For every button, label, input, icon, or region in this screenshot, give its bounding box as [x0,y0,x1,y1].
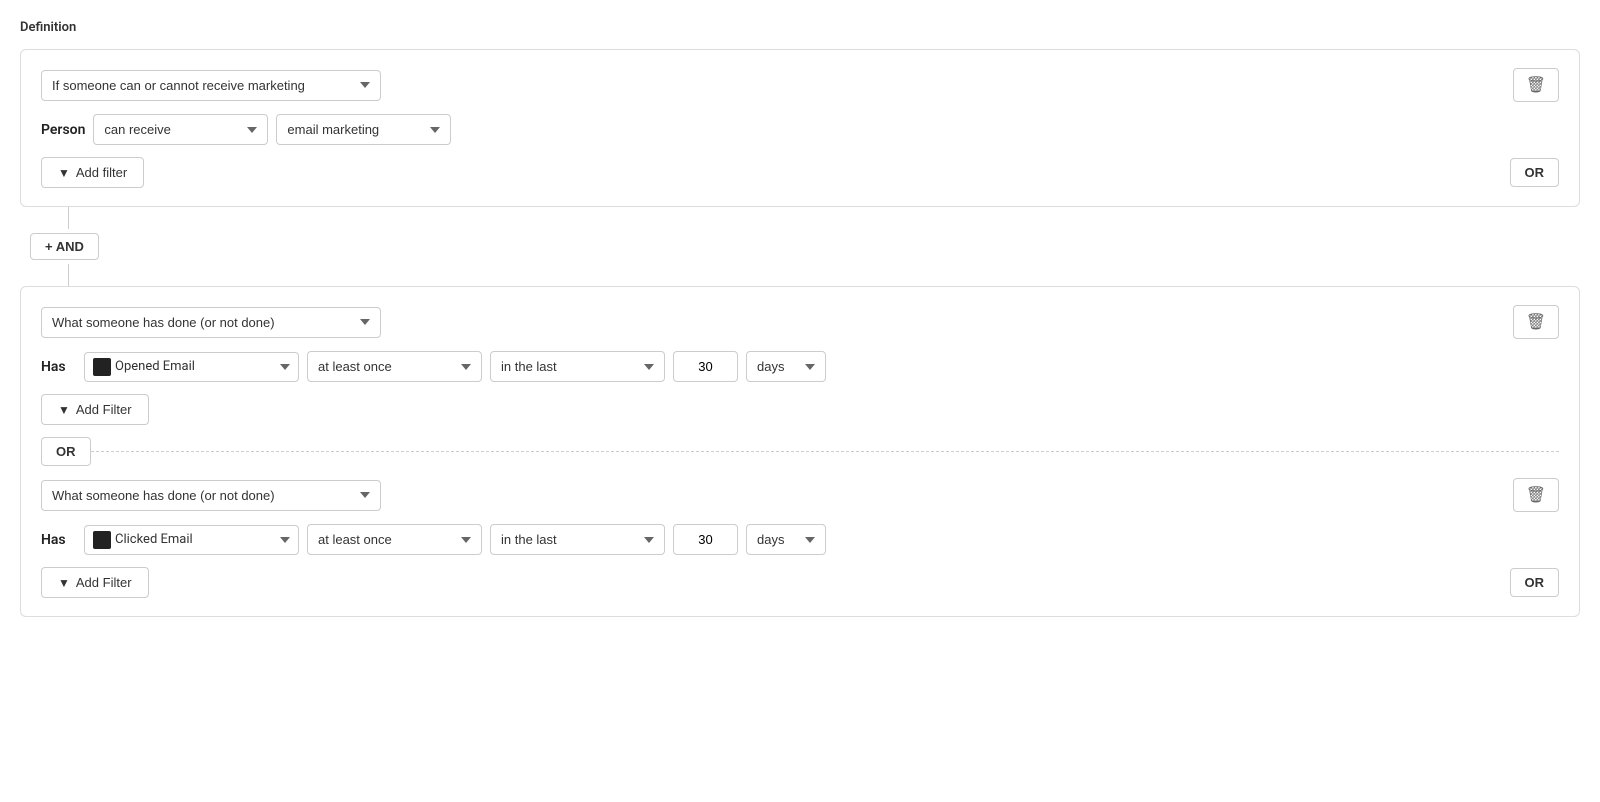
frequency-select-3[interactable]: at least once [307,524,482,555]
delete-button-2[interactable]: 🗑 [1513,305,1559,339]
add-filter-button-1[interactable]: ▼ Add filter [41,157,144,188]
has-label-3: Has [41,532,76,548]
event-icon-3 [93,531,111,549]
filter-icon-3: ▼ [58,576,70,590]
person-label: Person [41,122,85,138]
v-line-1 [68,207,69,229]
block-3-footer: ▼ Add Filter OR [41,567,1559,598]
block-1-header: If someone can or cannot receive marketi… [41,68,1559,102]
event-select-2[interactable]: Opened Email [84,352,299,382]
event-icon-2 [93,358,111,376]
days-input-3[interactable] [673,524,738,555]
block-3-header: What someone has done (or not done) 🗑 [41,478,1559,512]
timeframe-select-3[interactable]: in the last [490,524,665,555]
has-label-2: Has [41,359,76,375]
add-filter-button-2[interactable]: ▼ Add Filter [41,394,149,425]
delete-button-1[interactable]: 🗑 [1513,68,1559,102]
block-1: If someone can or cannot receive marketi… [20,49,1580,207]
filter-icon-2: ▼ [58,403,70,417]
or-divider-line [91,451,1560,452]
block-1-person-row: Person can receive email marketing [41,114,1559,145]
frequency-select-2[interactable]: at least once [307,351,482,382]
block-2-header: What someone has done (or not done) 🗑 [41,305,1559,339]
add-filter-button-3[interactable]: ▼ Add Filter [41,567,149,598]
block-3-has-row: Has Clicked Email at least once in the l… [41,524,1559,555]
block-1-footer: ▼ Add filter OR [41,157,1559,188]
block-2-has-row: Has Opened Email at least once in the la… [41,351,1559,382]
event-select-3[interactable]: Clicked Email [84,525,299,555]
can-receive-select[interactable]: can receive [93,114,268,145]
or-button-1[interactable]: OR [1510,158,1560,187]
definition-select-2[interactable]: What someone has done (or not done) [41,307,381,338]
days-unit-select-3[interactable]: days [746,524,826,555]
filter-icon-1: ▼ [58,166,70,180]
or-divider-button[interactable]: OR [41,437,91,466]
and-connector: + AND [20,207,1580,286]
and-button[interactable]: + AND [30,233,99,260]
or-button-3[interactable]: OR [1510,568,1560,597]
page-title: Definition [20,20,1580,35]
definition-select-3[interactable]: What someone has done (or not done) [41,480,381,511]
delete-button-3[interactable]: 🗑 [1513,478,1559,512]
days-unit-select-2[interactable]: days [746,351,826,382]
definition-select-1[interactable]: If someone can or cannot receive marketi… [41,70,381,101]
or-divider: OR [41,437,1559,466]
v-line-2 [68,264,69,286]
timeframe-select-2[interactable]: in the last [490,351,665,382]
block-2: What someone has done (or not done) 🗑 Ha… [20,286,1580,617]
days-input-2[interactable] [673,351,738,382]
marketing-type-select[interactable]: email marketing [276,114,451,145]
